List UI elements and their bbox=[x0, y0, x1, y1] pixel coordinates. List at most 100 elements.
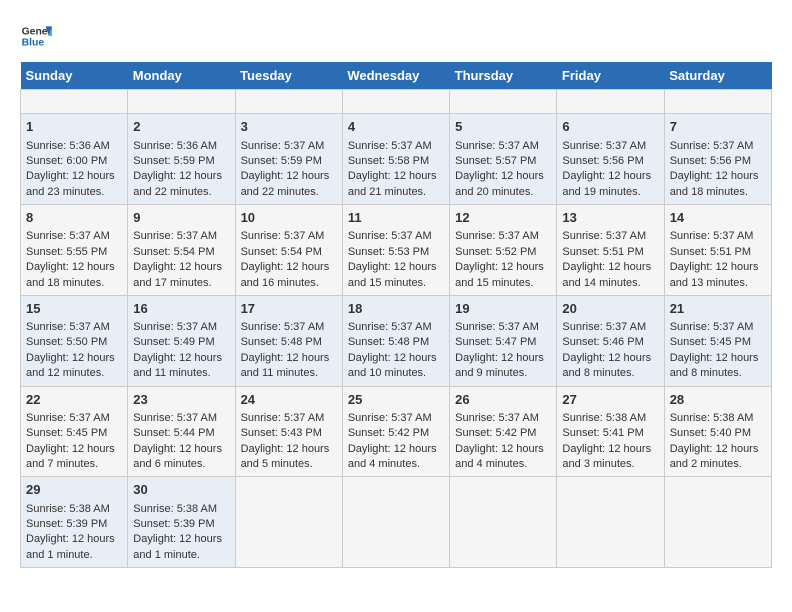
weekday-header-wednesday: Wednesday bbox=[342, 62, 449, 90]
sunset: Sunset: 5:59 PM bbox=[133, 155, 214, 167]
calendar-day-cell bbox=[450, 90, 557, 114]
daylight-label: Daylight: 12 hours and 11 minutes. bbox=[133, 352, 222, 379]
weekday-header-monday: Monday bbox=[128, 62, 235, 90]
sunset: Sunset: 5:57 PM bbox=[455, 155, 536, 167]
day-number: 12 bbox=[455, 209, 551, 227]
day-number: 7 bbox=[670, 118, 766, 136]
sunrise: Sunrise: 5:37 AM bbox=[455, 230, 539, 242]
sunrise: Sunrise: 5:37 AM bbox=[241, 140, 325, 152]
calendar-week-row: 1Sunrise: 5:36 AMSunset: 6:00 PMDaylight… bbox=[21, 114, 772, 205]
calendar-day-cell: 23Sunrise: 5:37 AMSunset: 5:44 PMDayligh… bbox=[128, 386, 235, 477]
day-number: 30 bbox=[133, 481, 229, 499]
sunset: Sunset: 5:48 PM bbox=[241, 336, 322, 348]
sunset: Sunset: 5:54 PM bbox=[133, 246, 214, 258]
daylight-label: Daylight: 12 hours and 18 minutes. bbox=[26, 261, 115, 288]
day-number: 5 bbox=[455, 118, 551, 136]
calendar-day-cell: 13Sunrise: 5:37 AMSunset: 5:51 PMDayligh… bbox=[557, 205, 664, 296]
calendar-week-row: 15Sunrise: 5:37 AMSunset: 5:50 PMDayligh… bbox=[21, 295, 772, 386]
daylight-label: Daylight: 12 hours and 10 minutes. bbox=[348, 352, 437, 379]
sunrise: Sunrise: 5:37 AM bbox=[562, 140, 646, 152]
daylight-label: Daylight: 12 hours and 8 minutes. bbox=[670, 352, 759, 379]
day-number: 14 bbox=[670, 209, 766, 227]
sunset: Sunset: 5:51 PM bbox=[562, 246, 643, 258]
logo: General Blue bbox=[20, 20, 52, 52]
svg-text:Blue: Blue bbox=[22, 38, 45, 49]
sunrise: Sunrise: 5:36 AM bbox=[133, 140, 217, 152]
sunset: Sunset: 5:53 PM bbox=[348, 246, 429, 258]
sunset: Sunset: 5:52 PM bbox=[455, 246, 536, 258]
sunset: Sunset: 5:40 PM bbox=[670, 427, 751, 439]
sunrise: Sunrise: 5:37 AM bbox=[241, 230, 325, 242]
day-number: 21 bbox=[670, 300, 766, 318]
day-number: 13 bbox=[562, 209, 658, 227]
sunrise: Sunrise: 5:37 AM bbox=[133, 412, 217, 424]
calendar-day-cell: 12Sunrise: 5:37 AMSunset: 5:52 PMDayligh… bbox=[450, 205, 557, 296]
calendar-day-cell: 22Sunrise: 5:37 AMSunset: 5:45 PMDayligh… bbox=[21, 386, 128, 477]
sunset: Sunset: 5:54 PM bbox=[241, 246, 322, 258]
calendar-day-cell bbox=[342, 477, 449, 568]
calendar-day-cell: 28Sunrise: 5:38 AMSunset: 5:40 PMDayligh… bbox=[664, 386, 771, 477]
sunrise: Sunrise: 5:37 AM bbox=[26, 321, 110, 333]
sunset: Sunset: 5:45 PM bbox=[26, 427, 107, 439]
calendar-day-cell bbox=[664, 90, 771, 114]
daylight-label: Daylight: 12 hours and 4 minutes. bbox=[455, 443, 544, 470]
day-number: 17 bbox=[241, 300, 337, 318]
sunrise: Sunrise: 5:37 AM bbox=[455, 412, 539, 424]
sunrise: Sunrise: 5:37 AM bbox=[133, 230, 217, 242]
daylight-label: Daylight: 12 hours and 20 minutes. bbox=[455, 170, 544, 197]
sunrise: Sunrise: 5:38 AM bbox=[562, 412, 646, 424]
daylight-label: Daylight: 12 hours and 16 minutes. bbox=[241, 261, 330, 288]
logo-icon: General Blue bbox=[20, 20, 52, 52]
day-number: 4 bbox=[348, 118, 444, 136]
daylight-label: Daylight: 12 hours and 17 minutes. bbox=[133, 261, 222, 288]
sunset: Sunset: 6:00 PM bbox=[26, 155, 107, 167]
sunrise: Sunrise: 5:37 AM bbox=[562, 230, 646, 242]
day-number: 27 bbox=[562, 391, 658, 409]
calendar-day-cell: 2Sunrise: 5:36 AMSunset: 5:59 PMDaylight… bbox=[128, 114, 235, 205]
calendar-day-cell: 6Sunrise: 5:37 AMSunset: 5:56 PMDaylight… bbox=[557, 114, 664, 205]
weekday-header-friday: Friday bbox=[557, 62, 664, 90]
sunset: Sunset: 5:56 PM bbox=[562, 155, 643, 167]
calendar-week-row: 8Sunrise: 5:37 AMSunset: 5:55 PMDaylight… bbox=[21, 205, 772, 296]
calendar-day-cell: 24Sunrise: 5:37 AMSunset: 5:43 PMDayligh… bbox=[235, 386, 342, 477]
daylight-label: Daylight: 12 hours and 22 minutes. bbox=[133, 170, 222, 197]
sunrise: Sunrise: 5:37 AM bbox=[562, 321, 646, 333]
daylight-label: Daylight: 12 hours and 19 minutes. bbox=[562, 170, 651, 197]
sunset: Sunset: 5:48 PM bbox=[348, 336, 429, 348]
daylight-label: Daylight: 12 hours and 11 minutes. bbox=[241, 352, 330, 379]
daylight-label: Daylight: 12 hours and 6 minutes. bbox=[133, 443, 222, 470]
day-number: 10 bbox=[241, 209, 337, 227]
day-number: 23 bbox=[133, 391, 229, 409]
calendar-day-cell: 27Sunrise: 5:38 AMSunset: 5:41 PMDayligh… bbox=[557, 386, 664, 477]
day-number: 29 bbox=[26, 481, 122, 499]
sunset: Sunset: 5:49 PM bbox=[133, 336, 214, 348]
calendar-day-cell: 30Sunrise: 5:38 AMSunset: 5:39 PMDayligh… bbox=[128, 477, 235, 568]
day-number: 11 bbox=[348, 209, 444, 227]
daylight-label: Daylight: 12 hours and 5 minutes. bbox=[241, 443, 330, 470]
sunset: Sunset: 5:59 PM bbox=[241, 155, 322, 167]
page-header: General Blue bbox=[20, 20, 772, 52]
sunrise: Sunrise: 5:37 AM bbox=[670, 230, 754, 242]
sunset: Sunset: 5:39 PM bbox=[26, 518, 107, 530]
calendar-day-cell: 20Sunrise: 5:37 AMSunset: 5:46 PMDayligh… bbox=[557, 295, 664, 386]
daylight-label: Daylight: 12 hours and 7 minutes. bbox=[26, 443, 115, 470]
calendar-day-cell: 3Sunrise: 5:37 AMSunset: 5:59 PMDaylight… bbox=[235, 114, 342, 205]
sunrise: Sunrise: 5:37 AM bbox=[455, 140, 539, 152]
calendar-day-cell bbox=[235, 90, 342, 114]
daylight-label: Daylight: 12 hours and 1 minute. bbox=[26, 533, 115, 560]
daylight-label: Daylight: 12 hours and 15 minutes. bbox=[348, 261, 437, 288]
sunrise: Sunrise: 5:36 AM bbox=[26, 140, 110, 152]
calendar-day-cell: 7Sunrise: 5:37 AMSunset: 5:56 PMDaylight… bbox=[664, 114, 771, 205]
day-number: 15 bbox=[26, 300, 122, 318]
daylight-label: Daylight: 12 hours and 13 minutes. bbox=[670, 261, 759, 288]
day-number: 20 bbox=[562, 300, 658, 318]
sunrise: Sunrise: 5:37 AM bbox=[26, 230, 110, 242]
day-number: 19 bbox=[455, 300, 551, 318]
sunset: Sunset: 5:42 PM bbox=[348, 427, 429, 439]
day-number: 16 bbox=[133, 300, 229, 318]
sunrise: Sunrise: 5:37 AM bbox=[133, 321, 217, 333]
calendar-day-cell: 21Sunrise: 5:37 AMSunset: 5:45 PMDayligh… bbox=[664, 295, 771, 386]
sunrise: Sunrise: 5:37 AM bbox=[455, 321, 539, 333]
sunrise: Sunrise: 5:37 AM bbox=[348, 230, 432, 242]
day-number: 25 bbox=[348, 391, 444, 409]
